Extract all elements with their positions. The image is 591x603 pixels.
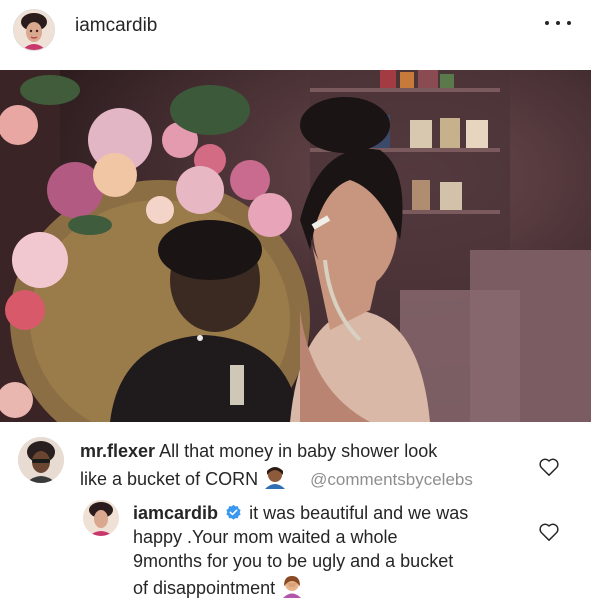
comment-2-text-line4: of disappointment (133, 578, 276, 598)
comment-1-username[interactable]: mr.flexer (80, 441, 155, 461)
comment-1-text-line1: All that money in baby shower look (159, 441, 438, 461)
profile-avatar[interactable] (13, 9, 55, 51)
comment-2-line1: iamcardib it was beautiful and we was (133, 502, 533, 524)
comment-1: mr.flexer All that money in baby shower … (80, 440, 520, 494)
comment-2-text-line2: happy .Your mom waited a whole (133, 527, 398, 547)
comment-2-text-line1: it was beautiful and we was (249, 503, 469, 523)
post-photo (0, 70, 591, 422)
comment-1-text-line2: like a bucket of CORN (80, 469, 259, 489)
like-heart-icon[interactable] (538, 457, 560, 477)
comment-2-username[interactable]: iamcardib (133, 503, 218, 523)
more-options-icon[interactable] (545, 18, 571, 28)
comment-1-line1: mr.flexer All that money in baby shower … (80, 440, 520, 462)
comment-2: iamcardib it was beautiful and we was ha… (133, 502, 533, 603)
post-header: iamcardib (0, 0, 591, 58)
comment-2-line4: of disappointment (133, 574, 533, 603)
comment-1-line2: like a bucket of CORN @commentsbycelebs (80, 465, 520, 494)
comment-2-text-line3: 9months for you to be ugly and a bucket (133, 551, 454, 571)
reply-avatar[interactable] (83, 500, 119, 536)
woman-facepalming-emoji-icon (280, 574, 304, 603)
post-username[interactable]: iamcardib (75, 15, 157, 37)
person-emoji-icon (263, 465, 287, 494)
commenter-avatar[interactable] (18, 437, 64, 483)
reply-like-heart-icon[interactable] (538, 522, 560, 542)
watermark: @commentsbycelebs (310, 470, 473, 489)
verified-badge-icon (226, 504, 241, 520)
